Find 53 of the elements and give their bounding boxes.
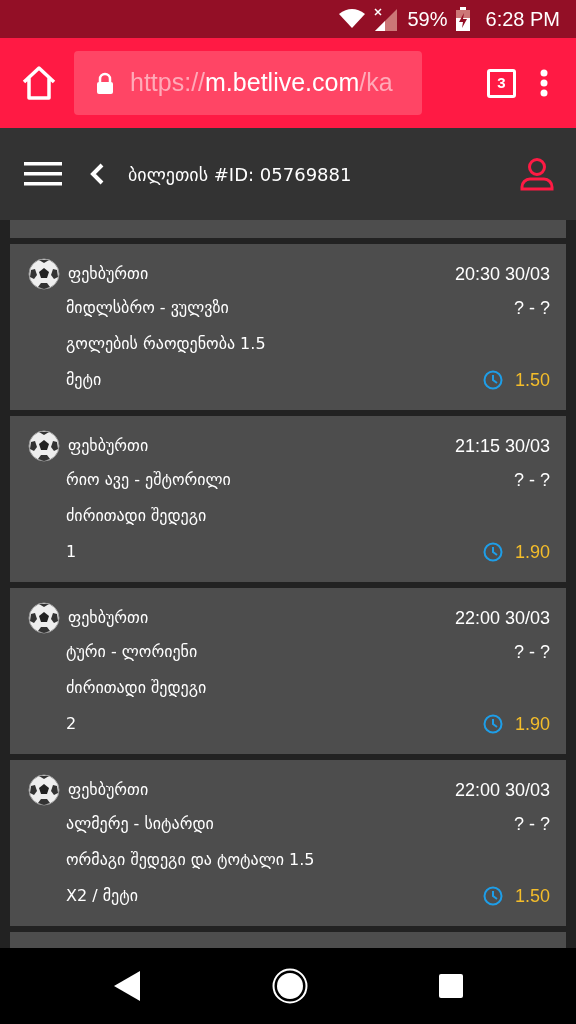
match-score: ? - ? <box>513 468 550 492</box>
odds-value: 1.90 <box>514 712 550 736</box>
odds-value: 1.50 <box>514 884 550 908</box>
soccer-ball-icon <box>28 774 60 806</box>
clock-icon <box>482 886 503 906</box>
more-options-icon[interactable] <box>540 69 548 97</box>
back-nav-icon[interactable] <box>113 970 142 1002</box>
menu-icon[interactable] <box>24 161 62 187</box>
sport-name: ფეხბურთი <box>68 435 149 457</box>
bet-selection: 1 <box>66 541 77 563</box>
market-name: ძირითადი შედეგი <box>66 505 207 527</box>
match-teams: რიო ავე - ეშტორილი <box>66 469 231 491</box>
odds-value: 1.50 <box>514 368 550 392</box>
match-score: ? - ? <box>513 296 550 320</box>
match-score: ? - ? <box>513 640 550 664</box>
match-score: ? - ? <box>513 812 550 836</box>
home-icon[interactable] <box>20 65 58 101</box>
url-field[interactable]: https://m.betlive.com/ka <box>74 51 422 115</box>
match-teams: მიდლსბრო - ვულვზი <box>66 297 229 319</box>
bet-selection: მეტი <box>66 369 102 391</box>
match-datetime: 21:15 30/03 <box>454 434 550 458</box>
soccer-ball-icon <box>28 258 60 290</box>
wifi-icon <box>339 9 366 29</box>
match-datetime: 20:30 30/03 <box>454 262 550 286</box>
odds-value: 1.90 <box>514 540 550 564</box>
signal-icon <box>373 7 400 31</box>
clock-icon <box>482 370 503 390</box>
market-name: ძირითადი შედეგი <box>66 677 207 699</box>
home-nav-icon[interactable] <box>272 968 308 1004</box>
battery-percentage: 59% <box>407 7 448 32</box>
sport-name: ფეხბურთი <box>68 779 149 801</box>
soccer-ball-icon <box>28 602 60 634</box>
clock-icon <box>482 542 503 562</box>
tab-count-button[interactable]: 3 <box>487 68 516 98</box>
clock-icon <box>482 714 503 734</box>
market-name: გოლების რაოდენობა 1.5 <box>66 333 266 355</box>
back-icon[interactable] <box>90 163 104 185</box>
battery-charging-icon <box>455 7 470 31</box>
sport-name: ფეხბურთი <box>68 607 149 629</box>
match-datetime: 22:00 30/03 <box>454 606 550 630</box>
match-datetime: 22:00 30/03 <box>454 778 550 802</box>
sport-name: ფეხბურთი <box>68 263 149 285</box>
lock-icon <box>96 72 114 94</box>
match-teams: ალმერე - სიტარდი <box>66 813 214 835</box>
user-icon[interactable] <box>520 157 554 191</box>
bet-selection: 2 <box>66 713 77 735</box>
clock-time: 6:28 PM <box>485 7 560 32</box>
page-title: ბილეთის #ID: 05769881 <box>128 162 352 187</box>
recents-nav-icon[interactable] <box>438 974 463 998</box>
match-teams: ტური - ლორიენი <box>66 641 198 663</box>
soccer-ball-icon <box>28 430 60 462</box>
market-name: ორმაგი შედეგი და ტოტალი 1.5 <box>66 849 315 871</box>
bet-selection: X2 / მეტი <box>66 885 138 907</box>
